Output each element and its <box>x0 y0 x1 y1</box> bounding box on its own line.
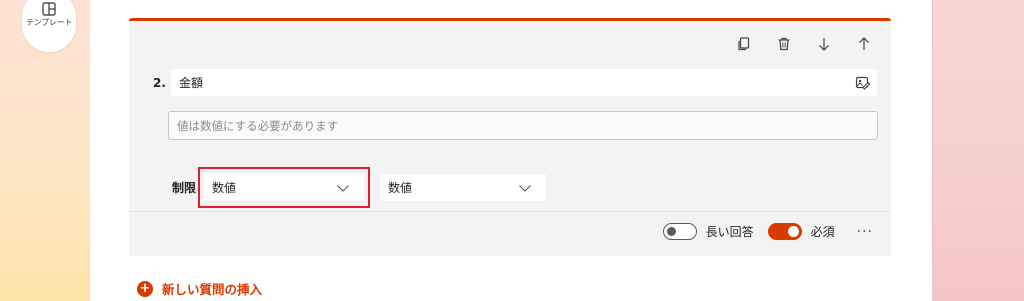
long-answer-toggle[interactable] <box>662 223 697 240</box>
question-number: 2. <box>153 75 166 90</box>
question-title-row: 2. 金額 <box>153 69 877 96</box>
required-toggle[interactable] <box>767 223 802 240</box>
right-background <box>932 0 1024 301</box>
card-divider <box>129 211 891 212</box>
question-card[interactable]: 2. 金額 制限 数値 <box>129 18 891 256</box>
question-toolbar <box>735 35 873 53</box>
delete-question-button[interactable] <box>775 35 793 53</box>
restriction-condition-value: 数値 <box>388 181 413 195</box>
insert-media-icon[interactable] <box>855 75 871 91</box>
chevron-down-icon <box>519 184 531 192</box>
restriction-condition-dropdown[interactable]: 数値 <box>380 174 547 201</box>
highlight-box: 数値 <box>198 167 371 208</box>
move-down-button[interactable] <box>815 35 833 53</box>
restriction-label: 制限 <box>172 181 197 195</box>
answer-input[interactable] <box>177 118 877 133</box>
copy-icon <box>738 37 750 51</box>
long-answer-label: 長い回答 <box>705 225 754 239</box>
layout-icon <box>42 2 56 16</box>
form-canvas: 2. 金額 制限 数値 <box>90 0 932 301</box>
copy-question-button[interactable] <box>735 35 753 53</box>
required-label: 必須 <box>810 225 835 239</box>
more-options-button[interactable]: ··· <box>857 224 873 240</box>
question-title-text: 金額 <box>179 76 204 90</box>
template-label: テンプレート <box>26 18 72 27</box>
plus-icon: + <box>137 280 153 297</box>
question-footer: 長い回答 必須 ··· <box>662 223 873 240</box>
insert-question-button[interactable]: + 新しい質問の挿入 <box>137 279 262 298</box>
delete-icon <box>778 37 790 51</box>
toggle-knob <box>787 226 799 237</box>
restriction-type-dropdown[interactable]: 数値 <box>204 174 365 201</box>
question-title-field[interactable]: 金額 <box>171 69 877 96</box>
restriction-row: 制限 数値 数値 <box>172 167 547 208</box>
insert-question-label: 新しい質問の挿入 <box>162 282 263 297</box>
template-button[interactable]: テンプレート <box>22 0 76 52</box>
toggle-knob <box>666 227 676 236</box>
answer-field[interactable] <box>168 111 878 140</box>
move-up-button[interactable] <box>855 35 873 53</box>
restriction-type-value: 数値 <box>212 181 237 195</box>
chevron-down-icon <box>337 184 349 192</box>
move-down-icon <box>819 38 829 51</box>
move-up-icon <box>859 37 869 50</box>
